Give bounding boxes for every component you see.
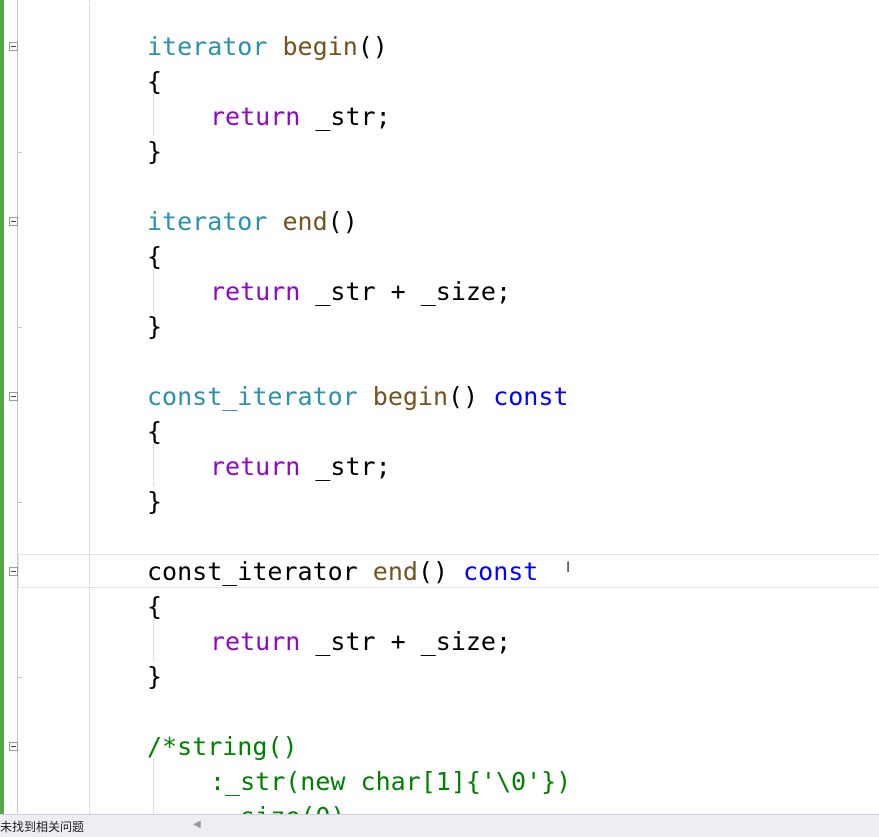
code-line[interactable]: {: [147, 589, 162, 624]
code-token: :_str(new char[1]{'\0'}): [210, 767, 572, 796]
outlining-margin: [4, 0, 28, 814]
code-token: {: [147, 592, 163, 621]
outline-end-tick: [17, 152, 22, 153]
ibeam-cursor-icon: I: [566, 560, 571, 576]
code-line[interactable]: {: [147, 239, 162, 274]
code-token: return: [210, 627, 301, 656]
code-token: begin: [372, 382, 449, 411]
code-token: _str + _size;: [300, 277, 512, 306]
code-token: end: [372, 557, 418, 586]
code-line[interactable]: iterator begin(): [147, 29, 388, 64]
indent-guide-block: [153, 94, 154, 136]
collapse-region-icon[interactable]: [9, 392, 18, 401]
code-editor[interactable]: iterator begin(){return _str;} iterator e…: [0, 0, 879, 814]
code-token: _str + _size;: [300, 627, 512, 656]
code-token: }: [147, 662, 163, 691]
code-token: }: [147, 137, 163, 166]
code-token: (): [327, 207, 358, 236]
scroll-left-arrow-icon[interactable]: ◀: [193, 819, 201, 830]
code-line[interactable]: iterator end(): [147, 204, 358, 239]
indent-guide-block: [153, 759, 154, 814]
collapse-region-icon[interactable]: [9, 567, 18, 576]
code-line[interactable]: }: [147, 134, 162, 169]
code-line[interactable]: return _str + _size;: [210, 624, 511, 659]
code-token: (): [417, 557, 464, 586]
code-token: iterator: [147, 32, 268, 61]
code-line[interactable]: {: [147, 64, 162, 99]
code-token: (): [448, 382, 494, 411]
indent-guide-block: [153, 619, 154, 661]
code-token: iterator: [147, 207, 268, 236]
code-line[interactable]: const_iterator end() const: [147, 554, 538, 589]
code-line[interactable]: return _str + _size;: [210, 274, 511, 309]
code-line[interactable]: }: [147, 659, 162, 694]
outline-end-tick: [17, 327, 22, 328]
code-token: return: [210, 277, 301, 306]
code-token: return: [210, 452, 301, 481]
status-message: 未找到相关问题: [0, 820, 85, 834]
code-token: begin: [282, 32, 358, 61]
code-token: end: [282, 207, 328, 236]
indent-guide-block: [153, 269, 154, 311]
outline-line: [17, 0, 18, 814]
code-line[interactable]: }: [147, 484, 162, 519]
code-token: /*string(): [147, 732, 298, 761]
code-token: {: [147, 67, 163, 96]
code-token: ,_size(0): [210, 802, 345, 814]
code-line[interactable]: return _str;: [210, 99, 391, 134]
code-line[interactable]: const_iterator begin() const: [147, 379, 568, 414]
code-line[interactable]: return _str;: [210, 449, 391, 484]
code-line[interactable]: {: [147, 414, 162, 449]
status-bar: 未找到相关问题 ◀: [0, 814, 879, 837]
indent-guide-outer: [89, 0, 90, 814]
code-token: _str;: [300, 452, 391, 481]
outline-end-tick: [17, 502, 22, 503]
code-token: return: [210, 102, 301, 131]
code-token: const_iterator: [147, 557, 358, 586]
code-line[interactable]: /*string(): [147, 729, 298, 764]
code-token: }: [147, 312, 163, 341]
collapse-region-icon[interactable]: [9, 42, 18, 51]
collapse-region-icon[interactable]: [9, 742, 18, 751]
code-token: const: [493, 382, 569, 411]
code-token: {: [147, 417, 163, 446]
code-token: {: [147, 242, 163, 271]
code-token: _str;: [300, 102, 391, 131]
code-line[interactable]: ,_size(0): [210, 799, 345, 814]
code-line[interactable]: :_str(new char[1]{'\0'}): [210, 764, 571, 799]
collapse-region-icon[interactable]: [9, 217, 18, 226]
outline-end-tick: [17, 677, 22, 678]
code-token: (): [357, 32, 388, 61]
code-token: const: [463, 557, 539, 586]
code-token: const_iterator: [147, 382, 358, 411]
code-token: }: [147, 487, 163, 516]
code-line[interactable]: }: [147, 309, 162, 344]
indent-guide-block: [153, 444, 154, 486]
